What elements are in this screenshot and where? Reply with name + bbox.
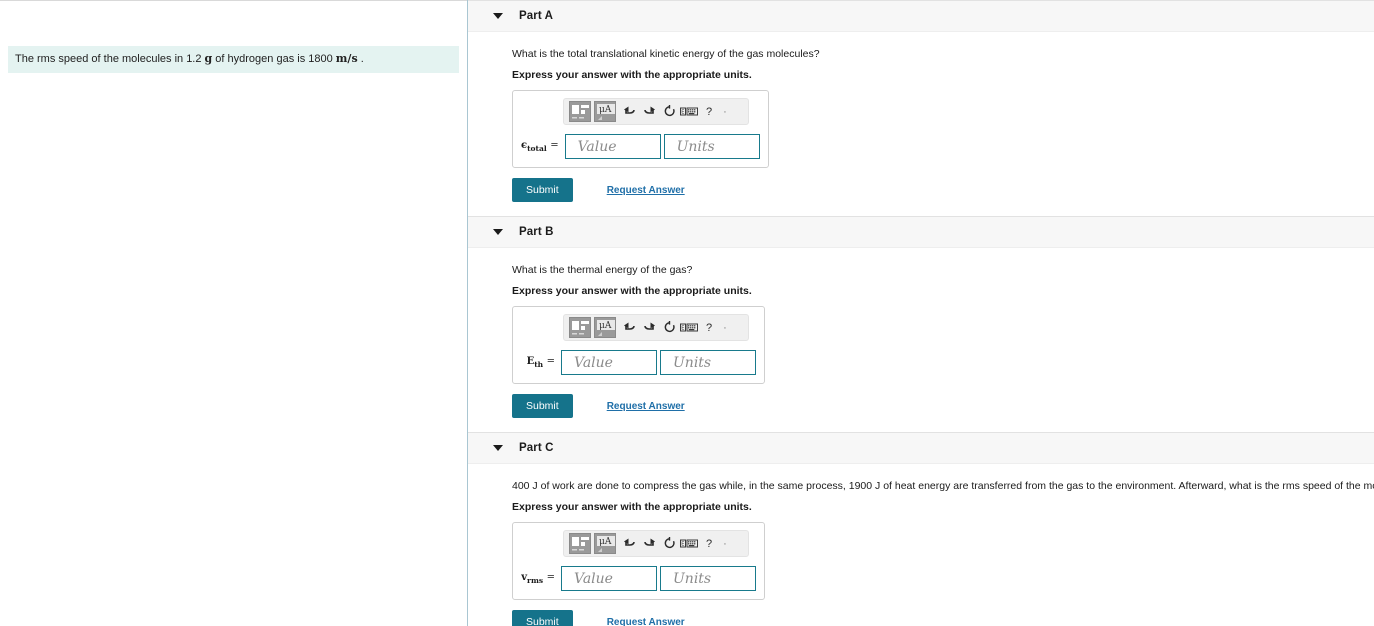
problem-statement-pane: The rms speed of the molecules in 1.2 g …	[0, 0, 467, 626]
submit-button-b[interactable]: Submit	[512, 394, 573, 419]
units-input-a[interactable]	[663, 134, 760, 160]
action-row-a: Submit Request Answer	[512, 178, 1374, 203]
question-instruction-c: Express your answer with the appropriate…	[512, 501, 752, 514]
chevron-down-icon[interactable]	[493, 445, 503, 452]
submit-button-a[interactable]: Submit	[512, 178, 573, 203]
request-answer-link-b[interactable]: Request Answer	[607, 401, 685, 412]
svg-text:μA: μA	[599, 537, 612, 547]
answer-toolbar-a: μA E ? ·	[563, 98, 749, 126]
chevron-down-icon[interactable]	[493, 229, 503, 236]
answer-widget-a: μA E ? · ϵtotal = Value Units	[512, 90, 769, 169]
request-answer-link-c[interactable]: Request Answer	[607, 617, 685, 626]
answer-toolbar-c: μA E ? ·	[563, 530, 749, 558]
problem-unit-meters-per-second: m/s	[335, 52, 358, 66]
help-icon[interactable]: ?	[699, 533, 719, 554]
keyboard-icon[interactable]: E	[679, 317, 699, 338]
part-body-a: What is the total translational kinetic …	[468, 32, 1374, 216]
action-row-b: Submit Request Answer	[512, 394, 1374, 419]
answer-pane: Part A What is the total translational k…	[468, 0, 1374, 626]
part-block-a: Part A What is the total translational k…	[468, 0, 1374, 216]
undo-arrow-icon[interactable]	[619, 317, 639, 338]
part-body-b: What is the thermal energy of the gas? E…	[468, 248, 1374, 432]
answer-field-row-c: vrms =	[521, 566, 756, 592]
chevron-down-icon[interactable]	[493, 13, 503, 19]
part-header-c[interactable]: Part C	[468, 432, 1374, 465]
answer-toolbar-b: μA E ? ·	[563, 314, 749, 342]
submit-button-c[interactable]: Submit	[512, 610, 573, 626]
svg-text:E: E	[681, 109, 684, 115]
problem-page: The rms speed of the molecules in 1.2 g …	[0, 0, 1374, 626]
part-header-b[interactable]: Part B	[468, 216, 1374, 249]
answer-field-row-b: Eth =	[521, 350, 756, 376]
part-label-c: Part C	[519, 442, 554, 455]
variable-label-b: Eth =	[526, 356, 555, 370]
keyboard-icon[interactable]: E	[679, 533, 699, 554]
part-block-c: Part C 400 J of work are done to compres…	[468, 432, 1374, 626]
part-block-b: Part B What is the thermal energy of the…	[468, 216, 1374, 432]
help-icon[interactable]: ?	[699, 101, 719, 122]
problem-text-middle: of hydrogen gas is 1800	[212, 53, 336, 66]
part-header-a[interactable]: Part A	[468, 0, 1374, 32]
keyboard-icon[interactable]: E	[679, 101, 699, 122]
action-row-c: Submit Request Answer	[512, 610, 1374, 626]
svg-text:μA: μA	[599, 105, 612, 115]
answer-widget-b: μA E ? · Eth = Value Units	[512, 306, 765, 385]
problem-text-before: The rms speed of the molecules in 1.2	[15, 53, 205, 66]
part-label-b: Part B	[519, 226, 554, 239]
request-answer-link-a[interactable]: Request Answer	[607, 185, 685, 196]
problem-statement-banner: The rms speed of the molecules in 1.2 g …	[8, 46, 459, 73]
question-text-a: What is the total translational kinetic …	[512, 48, 820, 60]
value-input-b[interactable]	[561, 350, 657, 376]
redo-arrow-icon[interactable]	[639, 533, 659, 554]
undo-arrow-icon[interactable]	[619, 533, 639, 554]
value-input-a[interactable]	[564, 134, 661, 160]
units-input-b[interactable]	[660, 350, 756, 376]
question-text-b: What is the thermal energy of the gas?	[512, 264, 693, 277]
reset-circle-icon[interactable]	[659, 101, 679, 122]
greek-mu-a-icon[interactable]: μA	[594, 317, 616, 339]
part-label-a: Part A	[519, 10, 554, 22]
toolbar-more-icon[interactable]: ·	[719, 106, 731, 118]
variable-label-a: ϵtotal =	[521, 140, 559, 154]
variable-label-c: vrms =	[521, 572, 555, 586]
undo-arrow-icon[interactable]	[619, 101, 639, 122]
math-template-icon[interactable]	[569, 317, 591, 339]
toolbar-more-icon[interactable]: ·	[719, 538, 731, 550]
answer-field-row-a: ϵtotal =	[521, 134, 760, 160]
redo-arrow-icon[interactable]	[639, 317, 659, 338]
help-icon[interactable]: ?	[699, 317, 719, 338]
toolbar-more-icon[interactable]: ·	[719, 322, 731, 334]
question-instruction-b: Express your answer with the appropriate…	[512, 285, 752, 298]
svg-text:E: E	[681, 541, 684, 547]
svg-text:μA: μA	[599, 321, 612, 331]
greek-mu-a-icon[interactable]: μA	[594, 101, 616, 123]
math-template-icon[interactable]	[569, 533, 591, 555]
question-instruction-a: Express your answer with the appropriate…	[512, 69, 752, 82]
reset-circle-icon[interactable]	[659, 317, 679, 338]
greek-mu-a-icon[interactable]: μA	[594, 533, 616, 555]
value-input-c[interactable]	[561, 566, 657, 592]
problem-statement-text: The rms speed of the molecules in 1.2 g …	[8, 52, 364, 66]
svg-text:E: E	[681, 325, 684, 331]
problem-text-after: .	[357, 53, 364, 66]
redo-arrow-icon[interactable]	[639, 101, 659, 122]
part-body-c: 400 J of work are done to compress the g…	[468, 464, 1374, 626]
answer-widget-c: μA E ? · vrms = Value Units	[512, 522, 765, 601]
units-input-c[interactable]	[660, 566, 756, 592]
reset-circle-icon[interactable]	[659, 533, 679, 554]
math-template-icon[interactable]	[569, 101, 591, 123]
question-text-c: 400 J of work are done to compress the g…	[512, 480, 1374, 493]
